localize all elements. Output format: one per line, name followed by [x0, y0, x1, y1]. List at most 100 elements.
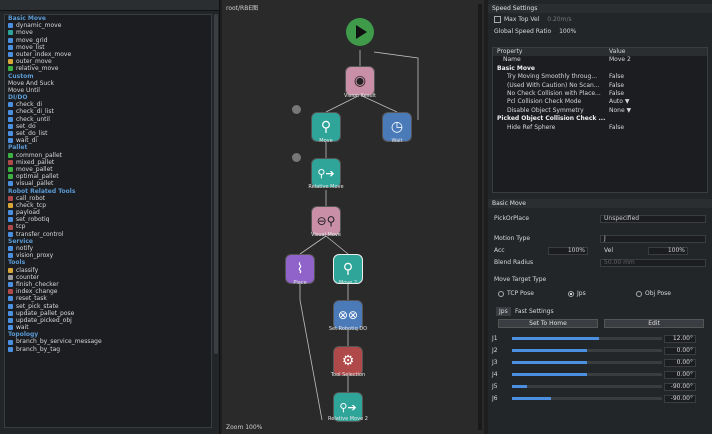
joint-value-input[interactable]: 12.00°	[664, 334, 696, 343]
library-item[interactable]: set_pick_state	[5, 303, 211, 310]
joint-slider[interactable]	[512, 337, 662, 340]
library-item[interactable]: finish_checker	[5, 281, 211, 288]
joint-slider[interactable]	[512, 349, 662, 352]
property-row[interactable]: Basic Move	[493, 65, 707, 73]
library-item[interactable]: reset_task	[5, 295, 211, 302]
property-value[interactable]: False	[605, 73, 707, 81]
property-row[interactable]: No Check Collision with Place... False	[493, 90, 707, 98]
motion-type-select[interactable]: J	[600, 235, 706, 243]
start-node[interactable]	[346, 18, 374, 46]
blend-radius-input[interactable]: 50.00 mm	[600, 259, 706, 267]
property-row[interactable]: Try Moving Smoothly throug... False	[493, 73, 707, 81]
joint-label: J2	[492, 347, 498, 354]
tab-jps[interactable]: Jps	[496, 307, 511, 316]
node-vision-result[interactable]: ◉	[345, 66, 375, 96]
library-item-label: dynamic_move	[16, 22, 62, 30]
breakpoint-icon[interactable]	[292, 153, 301, 162]
library-item[interactable]: dynamic_move	[5, 22, 211, 29]
joint-slider[interactable]	[512, 397, 662, 400]
library-item[interactable]: call_robot	[5, 195, 211, 202]
pick-or-place-select[interactable]: Unspecified	[600, 215, 706, 223]
library-item[interactable]: Move And Suck	[5, 80, 211, 87]
acc-input[interactable]: 100%	[548, 247, 588, 255]
library-item[interactable]: move_pallet	[5, 166, 211, 173]
library-item[interactable]: notify	[5, 245, 211, 252]
joint-value-input[interactable]: -90.00°	[664, 394, 696, 403]
node-type-icon	[8, 138, 13, 144]
joint-value-input[interactable]: 0.00°	[664, 358, 696, 367]
library-item[interactable]: mixed_pallet	[5, 159, 211, 166]
library-item[interactable]: move	[5, 29, 211, 36]
library-item[interactable]: check_di_list	[5, 108, 211, 115]
property-value[interactable]: False	[605, 90, 707, 98]
joint-slider[interactable]	[512, 361, 662, 364]
joint-slider[interactable]	[512, 385, 662, 388]
property-value[interactable]	[605, 65, 707, 73]
library-item[interactable]: check_di	[5, 101, 211, 108]
library-item[interactable]: common_pallet	[5, 152, 211, 159]
library-item[interactable]: move_grid	[5, 37, 211, 44]
library-item[interactable]: outer_index_move	[5, 51, 211, 58]
vel-input[interactable]: 100%	[648, 247, 688, 255]
library-item[interactable]: set_robotiq	[5, 216, 211, 223]
property-value[interactable]	[605, 115, 707, 123]
node-label-relative-move-2: Relative Move 2	[328, 416, 368, 422]
property-table: Property Value Name Move 2 Basic Move Try M…	[492, 47, 708, 193]
library-item[interactable]: vision_proxy	[5, 252, 211, 259]
library-item[interactable]: visual_pallet	[5, 180, 211, 187]
edit-button[interactable]: Edit	[604, 319, 704, 328]
library-scrollbar[interactable]	[214, 14, 218, 354]
library-item[interactable]: check_until	[5, 116, 211, 123]
property-row[interactable]: Disable Object Symmetry None ▼	[493, 107, 707, 115]
property-row[interactable]: Picked Object Collision Check ...	[493, 115, 707, 123]
relative-move-icon: ⚲➔	[339, 400, 357, 414]
max-top-vel-value[interactable]: 0.20m/s	[547, 16, 571, 23]
target-type-radio[interactable]: TCP Pose	[498, 290, 534, 297]
library-item[interactable]: update_picked_obj	[5, 317, 211, 324]
joint-value-input[interactable]: 0.00°	[664, 370, 696, 379]
library-item[interactable]: tcp	[5, 223, 211, 230]
breakpoint-icon[interactable]	[292, 105, 301, 114]
property-value[interactable]: Auto ▼	[605, 98, 707, 106]
property-row[interactable]: Name Move 2	[493, 56, 707, 64]
max-top-vel-checkbox[interactable]	[494, 16, 501, 23]
library-item[interactable]: payload	[5, 209, 211, 216]
target-type-radio[interactable]: Obj Pose	[636, 290, 671, 297]
target-type-radio[interactable]: Jps	[568, 290, 586, 297]
library-item[interactable]: update_pallet_pose	[5, 310, 211, 317]
library-item[interactable]: counter	[5, 274, 211, 281]
library-item-label: transfer_control	[16, 230, 64, 238]
property-value[interactable]: False	[605, 124, 707, 132]
property-row[interactable]: (Used With Caution) No Scan... False	[493, 82, 707, 90]
library-item[interactable]: branch_by_service_message	[5, 338, 211, 345]
library-item-label: outer_index_move	[16, 50, 72, 58]
graph-canvas[interactable]: root/RBE图 ◉ Vision Result ⚲ Move ◷ Wait …	[222, 0, 484, 434]
property-value[interactable]: Move 2	[605, 56, 707, 64]
library-item[interactable]: index_change	[5, 288, 211, 295]
library-item[interactable]: transfer_control	[5, 231, 211, 238]
library-item[interactable]: check_tcp	[5, 202, 211, 209]
library-item[interactable]: Move Until	[5, 87, 211, 94]
property-key: Picked Object Collision Check ...	[497, 115, 605, 123]
library-item[interactable]: relative_move	[5, 65, 211, 72]
joint-value-input[interactable]: -90.00°	[664, 382, 696, 391]
node-type-icon	[8, 224, 13, 230]
library-item[interactable]: branch_by_tag	[5, 346, 211, 353]
property-row[interactable]: Hide Ref Sphere False	[493, 124, 707, 132]
library-item[interactable]: set_do	[5, 123, 211, 130]
property-value[interactable]: None ▼	[605, 107, 707, 115]
tab-fast-settings[interactable]: Fast Settings	[512, 307, 557, 316]
property-row[interactable]: Pcl Collision Check Mode Auto ▼	[493, 98, 707, 106]
library-item[interactable]: wait	[5, 324, 211, 331]
property-value[interactable]: False	[605, 82, 707, 90]
library-item[interactable]: set_do_list	[5, 130, 211, 137]
library-item[interactable]: classify	[5, 267, 211, 274]
joint-slider[interactable]	[512, 373, 662, 376]
library-item[interactable]: wait_di	[5, 137, 211, 144]
library-item[interactable]: move_list	[5, 44, 211, 51]
joint-value-input[interactable]: 0.00°	[664, 346, 696, 355]
set-to-home-button[interactable]: Set To Home	[498, 319, 598, 328]
global-speed-value[interactable]: 100%	[559, 28, 576, 35]
library-item[interactable]: optimal_pallet	[5, 173, 211, 180]
library-item[interactable]: outer_move	[5, 58, 211, 65]
